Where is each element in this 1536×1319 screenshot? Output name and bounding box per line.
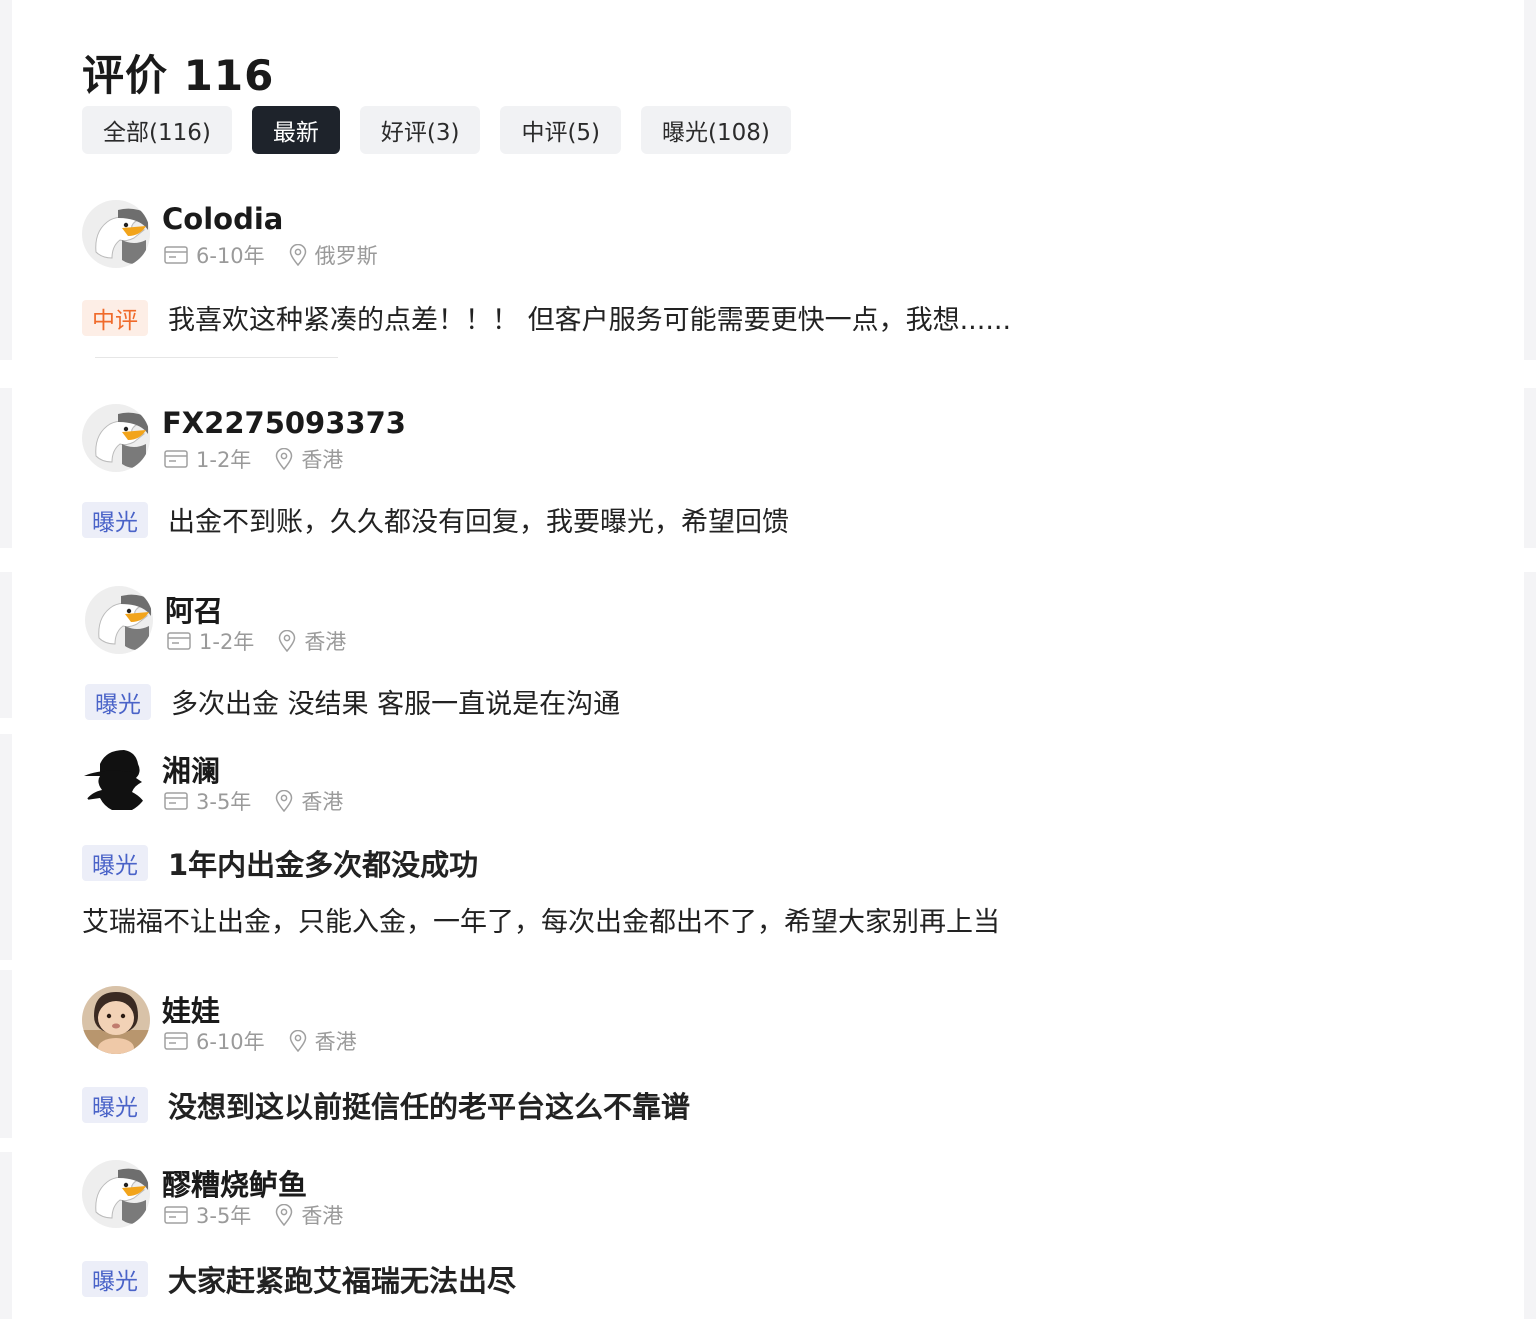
id-card-icon — [164, 450, 188, 468]
location-pin-icon — [275, 1204, 293, 1226]
tab-all[interactable]: 全部(116) — [82, 106, 232, 154]
review-text[interactable]: 出金不到账，久久都没有回复，我要曝光，希望回馈 — [168, 500, 789, 539]
edge-gap — [1524, 548, 1536, 572]
review-item: 娃娃 6-10年 香港 曝光 没想到这以前挺信任的老平台这么不靠谱 — [82, 986, 1516, 1124]
review-item: FX2275093373 1-2年 香港 曝光 出金不到账，久久都没有回复，我要… — [82, 404, 1516, 538]
review-summary: 曝光 大家赶紧跑艾福瑞无法出尽 — [82, 1258, 516, 1300]
review-type-badge: 曝光 — [82, 845, 148, 881]
eagle-avatar[interactable] — [82, 200, 150, 268]
user-name[interactable]: 湘澜 — [162, 748, 220, 790]
user-meta: 3-5年 香港 — [164, 1200, 343, 1230]
eagle-avatar[interactable] — [85, 586, 153, 654]
tab-exposure[interactable]: 曝光(108) — [641, 106, 791, 154]
user-name[interactable]: Colodia — [162, 202, 283, 236]
edge-gap — [0, 1138, 12, 1152]
trading-years: 3-5年 — [196, 1204, 252, 1228]
review-text[interactable]: 没想到这以前挺信任的老平台这么不靠谱 — [168, 1084, 690, 1126]
id-card-icon — [164, 1206, 188, 1224]
tab-latest[interactable]: 最新 — [251, 106, 340, 154]
user-meta: 1-2年 香港 — [167, 626, 346, 656]
trading-years: 6-10年 — [196, 244, 265, 268]
edge-gap — [0, 718, 12, 734]
review-summary: 曝光 没想到这以前挺信任的老平台这么不靠谱 — [82, 1084, 690, 1126]
review-user: 娃娃 6-10年 香港 — [82, 986, 1516, 1056]
review-user: 阿召 1-2年 香港 — [82, 586, 1516, 656]
user-location: 香港 — [301, 1204, 344, 1228]
trading-years: 6-10年 — [196, 1030, 265, 1054]
review-item: 阿召 1-2年 香港 曝光 多次出金 没结果 客服一直说是在沟通 — [82, 586, 1516, 720]
review-type-badge: 曝光 — [82, 1087, 148, 1123]
review-text[interactable]: 大家赶紧跑艾福瑞无法出尽 — [168, 1258, 516, 1300]
review-type-badge: 曝光 — [82, 501, 148, 538]
review-user: Colodia 6-10年 俄罗斯 — [82, 200, 1516, 270]
review-title[interactable]: 1年内出金多次都没成功 — [168, 842, 478, 884]
user-location: 俄罗斯 — [314, 244, 378, 268]
user-meta: 1-2年 香港 — [164, 444, 343, 474]
review-summary: 曝光 出金不到账，久久都没有回复，我要曝光，希望回馈 — [82, 500, 789, 539]
trading-years: 1-2年 — [196, 448, 252, 472]
id-card-icon — [167, 632, 191, 650]
left-edge-strip — [0, 0, 12, 1319]
user-location: 香港 — [301, 448, 344, 472]
eagle-avatar[interactable] — [82, 1160, 150, 1228]
filter-tabs: 全部(116) 最新 好评(3) 中评(5) 曝光(108) — [82, 106, 791, 154]
eagle-avatar[interactable] — [82, 404, 150, 472]
id-card-icon — [164, 1032, 188, 1050]
review-item: 醪糟烧鲈鱼 3-5年 香港 曝光 大家赶紧跑艾福瑞无法出尽 — [82, 1160, 1516, 1298]
review-item: Colodia 6-10年 俄罗斯 中评 我喜欢这种紧凑的点差！！！ 但客户服务… — [82, 200, 1516, 336]
edge-gap — [1524, 360, 1536, 388]
user-name[interactable]: 阿召 — [165, 588, 223, 630]
review-text[interactable]: 我喜欢这种紧凑的点差！！！ 但客户服务可能需要更快一点，我想...... — [168, 298, 1011, 337]
right-edge-strip — [1524, 0, 1536, 1319]
location-pin-icon — [278, 630, 296, 652]
location-pin-icon — [289, 244, 307, 266]
review-summary: 曝光 多次出金 没结果 客服一直说是在沟通 — [85, 682, 620, 721]
review-type-badge: 曝光 — [85, 683, 151, 720]
user-meta: 6-10年 俄罗斯 — [164, 240, 378, 270]
user-meta: 6-10年 香港 — [164, 1026, 357, 1056]
review-user: 醪糟烧鲈鱼 3-5年 香港 — [82, 1160, 1516, 1230]
tab-good[interactable]: 好评(3) — [359, 106, 481, 154]
edge-gap — [0, 360, 12, 388]
user-location: 香港 — [301, 790, 344, 814]
tab-neutral[interactable]: 中评(5) — [500, 106, 622, 154]
location-pin-icon — [289, 1030, 307, 1052]
id-card-icon — [164, 792, 188, 810]
user-name[interactable]: 娃娃 — [162, 988, 220, 1030]
review-summary: 曝光 1年内出金多次都没成功 — [82, 842, 478, 884]
edge-gap — [0, 960, 12, 970]
user-location: 香港 — [304, 630, 347, 654]
trading-years: 1-2年 — [199, 630, 255, 654]
user-name[interactable]: FX2275093373 — [162, 406, 406, 440]
review-text[interactable]: 多次出金 没结果 客服一直说是在沟通 — [171, 682, 620, 721]
review-summary: 中评 我喜欢这种紧凑的点差！！！ 但客户服务可能需要更快一点，我想...... — [82, 298, 1011, 337]
user-meta: 3-5年 香港 — [164, 786, 343, 816]
review-user: 湘澜 3-5年 香港 — [82, 746, 1516, 816]
edge-gap — [0, 548, 12, 572]
review-item: 湘澜 3-5年 香港 曝光 1年内出金多次都没成功 艾瑞福不让出金，只能入金，一… — [82, 746, 1516, 938]
silhouette-avatar[interactable] — [82, 746, 150, 814]
baby-photo-avatar[interactable] — [82, 986, 150, 1054]
review-body[interactable]: 艾瑞福不让出金，只能入金，一年了，每次出金都出不了，希望大家别再上当 — [82, 900, 1000, 939]
user-name[interactable]: 醪糟烧鲈鱼 — [162, 1162, 307, 1204]
page-title: 评价 116 — [82, 51, 275, 101]
review-type-badge: 中评 — [82, 299, 148, 336]
review-type-badge: 曝光 — [82, 1261, 148, 1297]
location-pin-icon — [275, 790, 293, 812]
trading-years: 3-5年 — [196, 790, 252, 814]
user-location: 香港 — [314, 1030, 357, 1054]
divider — [95, 357, 338, 358]
review-user: FX2275093373 1-2年 香港 — [82, 404, 1516, 474]
id-card-icon — [164, 246, 188, 264]
location-pin-icon — [275, 448, 293, 470]
